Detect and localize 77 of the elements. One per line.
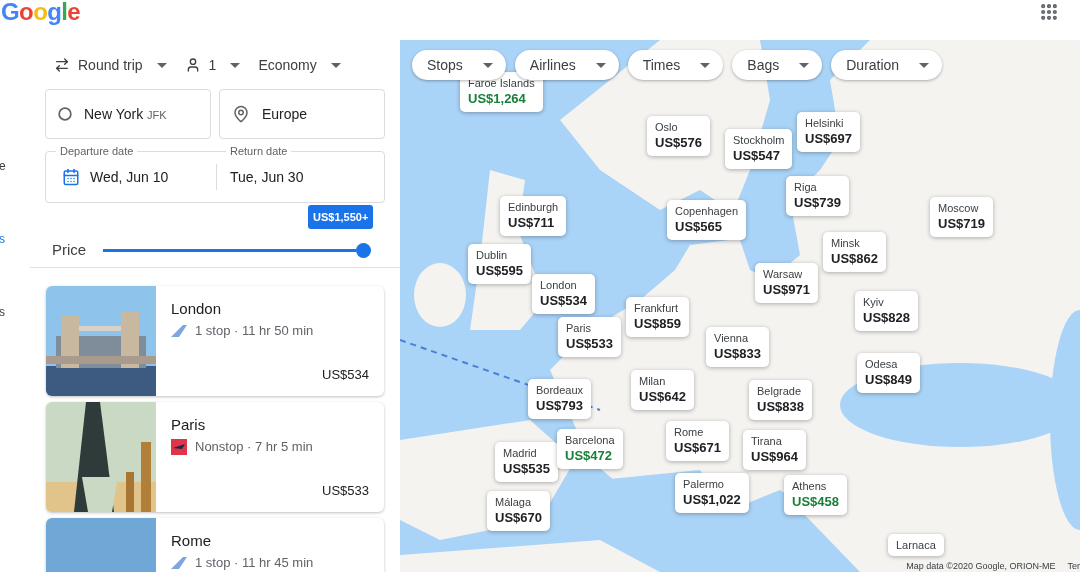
airline-logo-icon bbox=[171, 438, 187, 455]
price-marker[interactable]: Helsinki US$697 bbox=[797, 112, 860, 152]
price-label: Price bbox=[51, 239, 88, 260]
caret-icon bbox=[482, 62, 493, 68]
sidebar-item[interactable]: e bbox=[0, 158, 30, 174]
caret-icon bbox=[799, 62, 810, 68]
trip-option-dropdown[interactable]: Round trip bbox=[54, 54, 167, 76]
filter-chip[interactable]: Airlines bbox=[514, 50, 619, 80]
map-attribution: Map data ©2020 Google, ORION-ME bbox=[904, 560, 1058, 572]
price-marker[interactable]: Bordeaux US$793 bbox=[528, 379, 592, 419]
caret-icon bbox=[330, 62, 341, 68]
price-marker[interactable]: Frankfurt US$859 bbox=[626, 297, 689, 337]
return-date-label: Return date bbox=[226, 145, 292, 158]
price-marker[interactable]: Vienna US$833 bbox=[706, 327, 769, 367]
sidebar-item[interactable]: s bbox=[0, 304, 30, 320]
filter-chip[interactable]: Stops bbox=[412, 50, 506, 80]
price-marker[interactable]: Copenhagen US$565 bbox=[667, 200, 746, 240]
origin-icon bbox=[58, 107, 72, 121]
terms-link[interactable]: Ter bbox=[1067, 560, 1080, 572]
city-name: London bbox=[171, 299, 223, 319]
price-marker[interactable]: Palermo US$1,022 bbox=[675, 473, 749, 513]
caret-icon bbox=[700, 62, 711, 68]
location-pin-icon bbox=[232, 105, 250, 123]
flight-details: 1 stop · 11 hr 50 min bbox=[195, 322, 314, 340]
price-marker[interactable]: Paris US$533 bbox=[558, 317, 621, 357]
price-marker[interactable]: Dublin US$595 bbox=[468, 244, 531, 284]
price-marker[interactable]: Edinburgh US$711 bbox=[500, 196, 567, 236]
origin-field[interactable]: New York JFK bbox=[45, 89, 211, 139]
calendar-icon bbox=[62, 168, 80, 186]
airline-logo-icon bbox=[171, 556, 187, 569]
sidebar-item[interactable]: s bbox=[0, 231, 30, 247]
price-marker[interactable]: Riga US$739 bbox=[786, 176, 849, 216]
trip-option-dropdown[interactable]: 1 bbox=[184, 54, 241, 76]
filter-chip[interactable]: Bags bbox=[732, 50, 823, 80]
price-marker[interactable]: Athens US$458 bbox=[784, 475, 847, 515]
price-marker[interactable]: Larnaca bbox=[888, 534, 944, 556]
price-tooltip: US$1,550+ bbox=[308, 204, 374, 229]
filter-chip[interactable]: Duration bbox=[831, 50, 943, 80]
return-date-field[interactable]: Tue, Jun 30 bbox=[217, 166, 304, 188]
destination-card[interactable]: London 1 stop · 11 hr 50 min US$534 bbox=[46, 286, 384, 396]
price-marker[interactable]: Madrid US$535 bbox=[495, 442, 558, 482]
departure-date-field[interactable]: Wed, Jun 10 bbox=[46, 166, 216, 188]
price-marker[interactable]: Warsaw US$971 bbox=[755, 263, 818, 303]
price-marker[interactable]: Milan US$642 bbox=[631, 370, 694, 410]
city-name: Paris bbox=[171, 415, 207, 435]
destination-card[interactable]: Paris Nonstop · 7 hr 5 min US$533 bbox=[46, 402, 384, 512]
price-marker[interactable]: Odesa US$849 bbox=[857, 353, 920, 393]
caret-icon bbox=[595, 62, 606, 68]
filter-chip[interactable]: Times bbox=[627, 50, 724, 80]
caret-icon bbox=[230, 62, 241, 68]
price-marker[interactable]: Tirana US$964 bbox=[743, 430, 806, 470]
destination-field[interactable]: Europe bbox=[219, 89, 385, 139]
price-marker[interactable]: Minsk US$862 bbox=[823, 232, 886, 272]
city-name: Rome bbox=[171, 531, 212, 551]
flight-details: 1 stop · 11 hr 45 min bbox=[195, 554, 314, 572]
flight-price: US$534 bbox=[322, 365, 369, 384]
price-marker[interactable]: Rome US$671 bbox=[666, 421, 729, 461]
price-marker[interactable]: Málaga US$670 bbox=[487, 491, 550, 531]
destination-card[interactable]: Rome 1 stop · 11 hr 45 min bbox=[46, 518, 384, 572]
price-marker[interactable]: Moscow US$719 bbox=[930, 197, 993, 237]
price-marker[interactable]: Kyiv US$828 bbox=[855, 291, 918, 331]
departure-date-label: Departure date bbox=[56, 145, 138, 158]
price-marker[interactable]: Oslo US$576 bbox=[647, 116, 710, 156]
caret-icon bbox=[156, 62, 167, 68]
airline-logo-icon bbox=[171, 324, 187, 337]
flight-price: US$533 bbox=[322, 481, 369, 500]
price-marker[interactable]: Barcelona US$472 bbox=[557, 429, 623, 469]
logo[interactable]: Google bbox=[1, 0, 81, 24]
price-marker[interactable]: London US$534 bbox=[532, 274, 595, 314]
apps-grid-icon[interactable] bbox=[1039, 2, 1059, 22]
trip-option-dropdown[interactable]: Economy bbox=[258, 54, 341, 76]
price-marker[interactable]: Belgrade US$838 bbox=[749, 380, 812, 420]
slider-thumb[interactable] bbox=[356, 242, 371, 258]
caret-icon bbox=[919, 62, 930, 68]
flight-details: Nonstop · 7 hr 5 min bbox=[195, 438, 313, 456]
price-marker[interactable]: Stockholm US$547 bbox=[725, 129, 793, 169]
swap-icon bbox=[54, 57, 70, 73]
